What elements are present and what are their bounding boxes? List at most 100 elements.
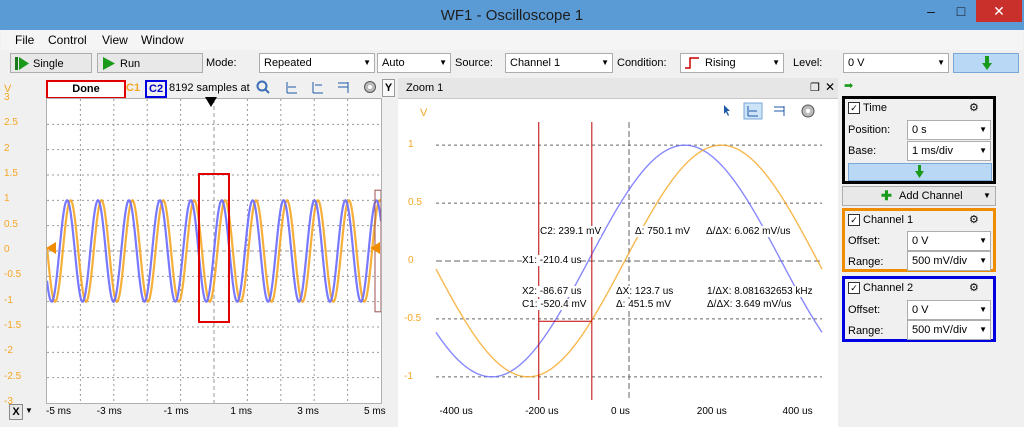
channel2-checkbox[interactable]: ✓ <box>848 282 860 295</box>
chevron-down-icon: ▼ <box>979 305 987 314</box>
y-tick-label: 0 <box>4 244 10 255</box>
channel1-offset-input[interactable]: 0 V ▼ <box>907 231 991 251</box>
auto-value: Auto <box>382 57 405 69</box>
meas-slope-c1: Δ/ΔX: 3.649 mV/us <box>707 299 792 310</box>
c1-label[interactable]: C1 <box>126 82 140 94</box>
menu-control[interactable]: Control <box>48 33 87 47</box>
gear-icon[interactable]: ⚙ <box>969 101 979 114</box>
source-value: Channel 1 <box>510 57 561 69</box>
channel1-range-value: 500 mV/div <box>912 255 968 267</box>
channel1-range-select[interactable]: 500 mV/div ▼ <box>907 251 991 271</box>
base-select[interactable]: 1 ms/div ▼ <box>907 141 991 161</box>
zoom-icon <box>256 80 270 94</box>
gear-icon[interactable]: ⚙ <box>969 281 979 294</box>
condition-select[interactable]: Rising ▼ <box>680 53 784 73</box>
chevron-down-icon: ▼ <box>601 58 609 67</box>
y-tick-label: 1 <box>408 139 414 151</box>
restore-icon[interactable]: ❐ <box>810 81 820 94</box>
meas-c1: C1: -520.4 mV <box>522 299 587 310</box>
channel2-offset-input[interactable]: 0 V ▼ <box>907 300 991 320</box>
meas-delta-c1: Δ: 451.5 mV <box>616 299 672 310</box>
side-panel: ➡ ✓ Time ⚙ Position: 0 s ▼ Base: 1 ms/div… <box>840 78 1024 427</box>
single-icon <box>15 57 29 70</box>
chevron-down-icon: ▼ <box>979 325 987 334</box>
menu-window[interactable]: Window <box>141 33 184 47</box>
channel1-offset-label: Offset: <box>848 235 881 247</box>
y-tick-label: 0.5 <box>4 218 18 230</box>
channel2-offset-value: 0 V <box>912 304 929 316</box>
position-input[interactable]: 0 s ▼ <box>907 120 991 140</box>
mode-select[interactable]: Repeated ▼ <box>259 53 375 73</box>
close-icon[interactable]: ✕ <box>825 80 835 94</box>
gear-icon <box>801 104 815 118</box>
meas-x1: X1: -210.4 us <box>522 255 582 266</box>
x-tick-label: 200 us <box>696 406 727 417</box>
maximize-button[interactable]: □ <box>946 0 976 22</box>
apply-level-button[interactable] <box>953 53 1019 73</box>
channel2-range-select[interactable]: 500 mV/div ▼ <box>907 320 991 340</box>
close-button[interactable]: ✕ <box>976 0 1022 22</box>
channel1-title: Channel 1 <box>863 214 914 226</box>
single-button[interactable]: Single <box>10 53 92 73</box>
auto-select[interactable]: Auto ▼ <box>377 53 451 73</box>
menu-file[interactable]: File <box>15 33 34 47</box>
x-tick-label: 400 us <box>782 406 813 417</box>
zoom-panel: Zoom 1 ❐ ✕ V C2: 239.1 mV Δ: 750.1 mV Δ/… <box>398 78 838 427</box>
trigger-position-icon[interactable] <box>205 97 217 107</box>
zoom-y-unit: V <box>420 107 428 119</box>
meas-delta-x: ΔX: 123.7 us <box>616 286 674 297</box>
trigger-level-left-icon[interactable] <box>46 242 56 254</box>
x-tick-label: -200 us <box>525 406 559 417</box>
menu-view[interactable]: View <box>102 33 128 47</box>
cursor-align-icon <box>312 82 323 94</box>
source-label: Source: <box>455 57 493 69</box>
zoom-plot-tools <box>724 102 815 120</box>
arrow-down-icon <box>982 56 992 70</box>
apply-time-button[interactable] <box>848 163 992 181</box>
source-select[interactable]: Channel 1 ▼ <box>505 53 613 73</box>
minimize-button[interactable]: – <box>916 0 946 22</box>
chevron-down-icon: ▼ <box>772 58 780 67</box>
channel2-range-label: Range: <box>848 325 884 337</box>
arrow-right-icon[interactable]: ➡ <box>844 79 853 92</box>
chevron-down-icon: ▼ <box>979 236 987 245</box>
y-tick-label: -2 <box>4 345 13 357</box>
channel1-header: ✓ Channel 1 <box>848 214 914 227</box>
level-input[interactable]: 0 V ▼ <box>843 53 949 73</box>
channel1-checkbox[interactable]: ✓ <box>848 214 860 227</box>
condition-value: Rising <box>705 57 736 69</box>
channel1-group: ✓ Channel 1 ⚙ Offset: 0 V ▼ Range: 500 mV… <box>842 208 996 272</box>
x-axis-button[interactable]: X <box>9 404 23 420</box>
channel2-range-value: 500 mV/div <box>912 324 968 336</box>
y-tick-label: -1 <box>4 294 13 306</box>
cursor-right-icon <box>338 82 349 93</box>
y-axis-button[interactable]: Y <box>382 79 395 97</box>
y-tick-label: -0.5 <box>404 312 422 324</box>
rising-edge-icon <box>685 57 699 69</box>
run-button[interactable]: Run <box>97 53 203 73</box>
time-title: Time <box>863 102 888 114</box>
time-checkbox[interactable]: ✓ <box>848 102 860 115</box>
chevron-down-icon: ▼ <box>363 58 371 67</box>
chevron-down-icon[interactable]: ▼ <box>25 406 33 415</box>
c2-label[interactable]: C2 <box>145 80 168 98</box>
zoom-region-highlight[interactable] <box>198 173 230 323</box>
chevron-down-icon: ▼ <box>937 58 945 67</box>
x-tick-label: 0 us <box>611 406 630 417</box>
trigger-level-right-icon[interactable] <box>370 242 380 254</box>
position-value: 0 s <box>912 124 927 136</box>
gear-icon <box>364 81 376 93</box>
meas-delta-c2: Δ: 750.1 mV <box>635 226 691 237</box>
chevron-down-icon: ▼ <box>979 125 987 134</box>
meas-slope-c2: Δ/ΔX: 6.062 mV/us <box>706 226 791 237</box>
cursor-pointer-icon <box>724 105 730 116</box>
zoom-plot[interactable]: V C2: 239.1 mV Δ: 750.1 mV Δ/ΔX: 6.062 m… <box>398 99 838 427</box>
cursor-left-icon <box>286 82 297 94</box>
x-tick-label: 3 ms <box>297 406 319 417</box>
gear-icon[interactable]: ⚙ <box>969 213 979 226</box>
chevron-down-icon: ▼ <box>979 256 987 265</box>
plus-icon: ✚ <box>881 188 892 203</box>
x-tick-label: -3 ms <box>96 406 122 417</box>
add-channel-button[interactable]: ✚ Add Channel ▼ <box>842 186 996 206</box>
mode-label: Mode: <box>206 57 237 69</box>
